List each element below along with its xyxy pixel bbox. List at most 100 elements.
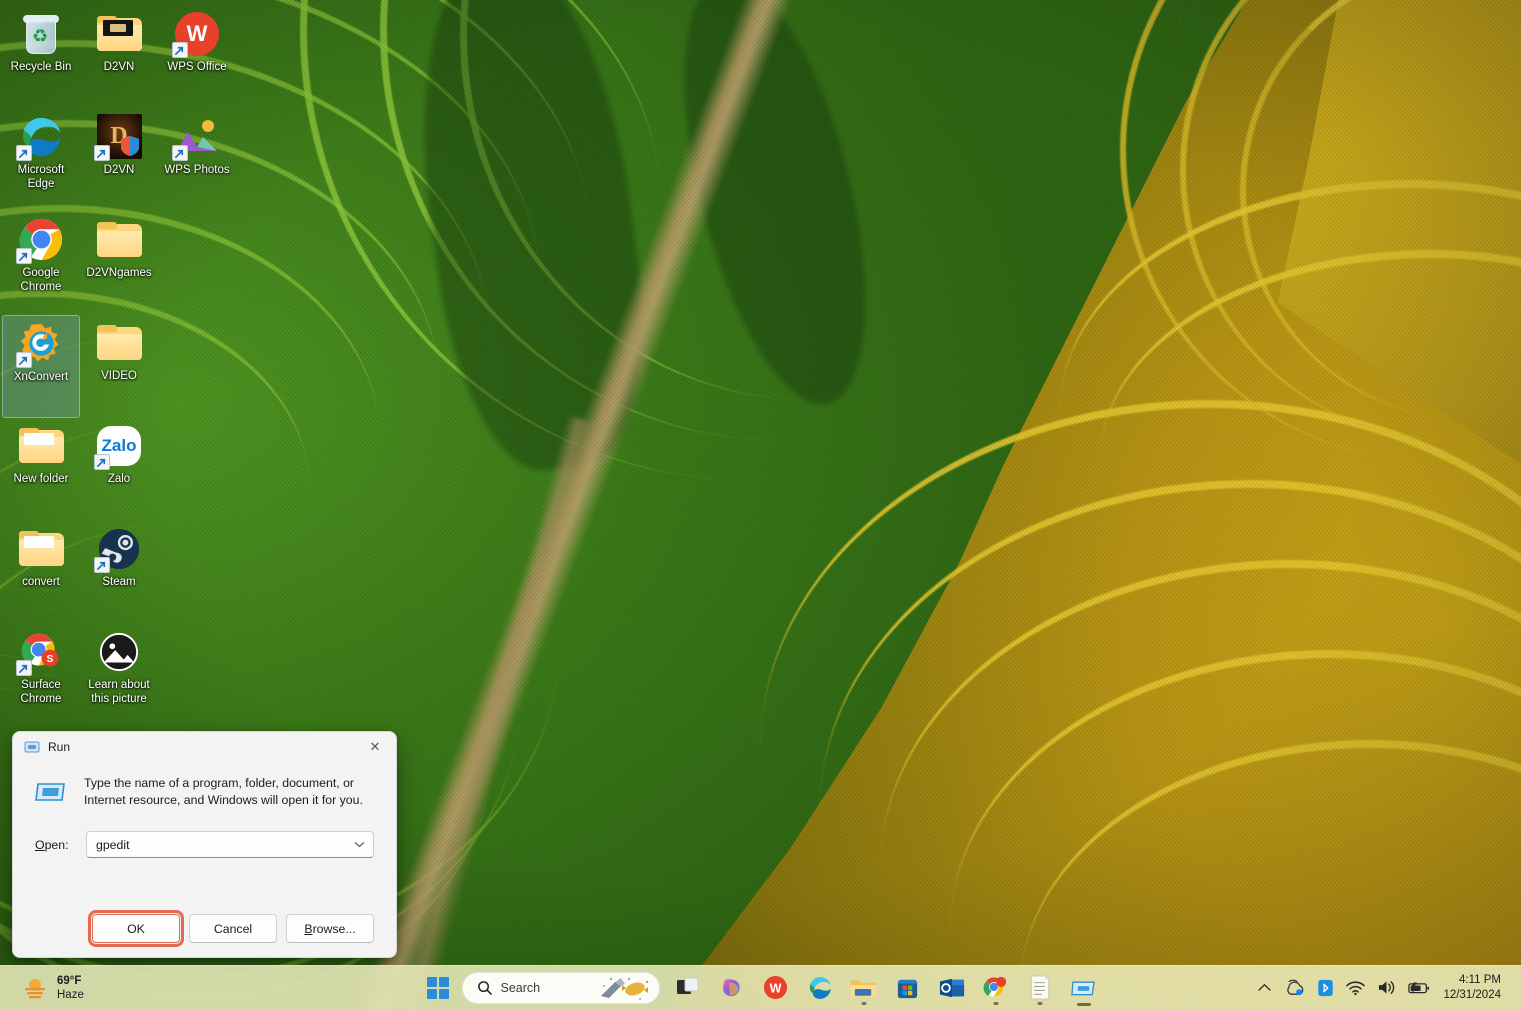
desktop-icon-label: D2VN <box>104 60 135 74</box>
empty-icon <box>174 525 221 572</box>
open-combobox[interactable]: gpedit <box>86 831 374 858</box>
desktop-icon-learn-about-this-picture[interactable]: Learn about this picture <box>80 624 158 727</box>
desktop-icon-d2vngames[interactable]: D2VNgames <box>80 212 158 315</box>
desktop-icon-convert-folder[interactable]: convert <box>2 521 80 624</box>
desktop-icon-label: New folder <box>14 472 69 486</box>
desktop-icon-d2vn-folder[interactable]: D2VN <box>80 6 158 109</box>
desktop-icon-google-chrome[interactable]: Google Chrome <box>2 212 80 315</box>
desktop-icon-surface-chrome[interactable]: S Surface Chrome <box>2 624 80 727</box>
folder-icon <box>18 525 65 572</box>
desktop-icon-label: Recycle Bin <box>11 60 72 74</box>
browse-button[interactable]: Browse... <box>286 914 374 943</box>
surface-chrome-icon: S <box>18 628 65 675</box>
clock-date: 12/31/2024 <box>1443 988 1501 1003</box>
volume-icon[interactable] <box>1372 971 1401 1005</box>
desktop-icon-microsoft-edge[interactable]: Microsoft Edge <box>2 109 80 212</box>
haze-sun-icon <box>22 975 48 1001</box>
taskbar-item-task-view[interactable] <box>668 968 708 1008</box>
run-dialog-body: Type the name of a program, folder, docu… <box>13 761 396 858</box>
svg-text:W: W <box>770 981 782 995</box>
search-input[interactable]: Search <box>462 972 660 1004</box>
system-tray: 4:11 PM 12/31/2024 <box>1250 971 1521 1005</box>
taskbar-item-wps-office[interactable]: W <box>756 968 796 1008</box>
desktop-icon-label: convert <box>22 575 60 589</box>
google-chrome-icon <box>18 216 65 263</box>
battery-icon[interactable] <box>1403 971 1435 1005</box>
desktop-icon-recycle-bin[interactable]: ♻ Recycle Bin <box>2 6 80 109</box>
rocket-confetti-art <box>595 976 653 1002</box>
desktop-icon-empty-slot <box>158 624 236 727</box>
desktop-icon-label: D2VNgames <box>86 266 151 280</box>
xnconvert-icon <box>18 320 65 367</box>
empty-icon <box>174 628 221 675</box>
taskbar-item-google-chrome[interactable] <box>976 968 1016 1008</box>
shortcut-arrow-icon <box>16 352 32 368</box>
desktop-icon-label: XnConvert <box>14 370 68 384</box>
shortcut-arrow-icon <box>94 557 110 573</box>
empty-icon <box>174 422 221 469</box>
taskbar-item-copilot[interactable] <box>712 968 752 1008</box>
desktop[interactable]: ♻ Recycle Bin D2VN W <box>0 0 1521 1009</box>
shortcut-arrow-icon <box>172 145 188 161</box>
desktop-icon-d2vn-game[interactable]: D D2VN <box>80 109 158 212</box>
desktop-icon-label: Microsoft Edge <box>3 163 79 191</box>
empty-icon <box>174 216 221 263</box>
wps-photos-icon <box>174 113 221 160</box>
desktop-icon-label: D2VN <box>104 163 135 177</box>
ok-button[interactable]: OK <box>92 914 180 943</box>
recycle-bin-icon: ♻ <box>18 10 65 57</box>
wifi-icon[interactable] <box>1341 971 1370 1005</box>
desktop-icon-video-folder[interactable]: VIDEO <box>80 315 158 418</box>
bluetooth-icon[interactable] <box>1311 971 1339 1005</box>
shortcut-arrow-icon <box>16 660 32 676</box>
desktop-icon-steam[interactable]: Steam <box>80 521 158 624</box>
desktop-icon-empty-slot <box>158 212 236 315</box>
start-button[interactable] <box>418 968 458 1008</box>
taskbar-item-outlook[interactable] <box>932 968 972 1008</box>
taskbar[interactable]: 69°F Haze Searc <box>0 965 1521 1009</box>
onedrive-icon[interactable] <box>1280 971 1309 1005</box>
taskbar-item-microsoft-edge[interactable] <box>800 968 840 1008</box>
taskbar-item-file-explorer[interactable] <box>844 968 884 1008</box>
desktop-icon-zalo[interactable]: Zalo Zalo <box>80 418 158 521</box>
desktop-icon-wps-office[interactable]: W WPS Office <box>158 6 236 109</box>
run-app-icon <box>35 776 67 808</box>
folder-d2vn-icon <box>96 10 143 57</box>
clock-time: 4:11 PM <box>1443 973 1501 988</box>
desktop-icon-new-folder[interactable]: New folder <box>2 418 80 521</box>
show-hidden-icons-button[interactable] <box>1250 971 1278 1005</box>
wps-office-icon: W <box>174 10 221 57</box>
close-icon[interactable]: ✕ <box>354 732 396 761</box>
open-input-value[interactable]: gpedit <box>96 838 354 852</box>
taskbar-item-run[interactable] <box>1064 968 1104 1008</box>
run-dialog-buttons: OK Cancel Browse... <box>13 914 396 943</box>
taskbar-center: Search <box>418 968 1104 1008</box>
run-dialog[interactable]: Run ✕ Type the name of a program, folder… <box>12 731 397 958</box>
run-window-icon <box>24 740 40 754</box>
shortcut-arrow-icon <box>16 145 32 161</box>
desktop-icon-label: Surface Chrome <box>3 678 79 706</box>
search-icon <box>477 980 492 995</box>
desktop-icon-wps-photos[interactable]: WPS Photos <box>158 109 236 212</box>
chevron-down-icon[interactable] <box>354 841 365 848</box>
run-dialog-titlebar[interactable]: Run ✕ <box>13 732 396 761</box>
open-field-label: Open: <box>35 838 73 852</box>
folder-icon <box>96 319 143 366</box>
d2vn-game-icon: D <box>96 113 143 160</box>
desktop-icon-label: WPS Office <box>167 60 226 74</box>
cancel-button[interactable]: Cancel <box>189 914 277 943</box>
folder-icon <box>96 216 143 263</box>
shortcut-arrow-icon <box>94 145 110 161</box>
taskbar-item-notepad[interactable] <box>1020 968 1060 1008</box>
shortcut-arrow-icon <box>172 42 188 58</box>
svg-text:S: S <box>46 654 53 665</box>
desktop-icon-empty-slot <box>158 315 236 418</box>
desktop-icon-label: Learn about this picture <box>81 678 157 706</box>
desktop-icon-label: Steam <box>102 575 135 589</box>
shortcut-arrow-icon <box>94 454 110 470</box>
desktop-icon-empty-slot <box>158 418 236 521</box>
taskbar-item-microsoft-store[interactable] <box>888 968 928 1008</box>
clock[interactable]: 4:11 PM 12/31/2024 <box>1437 973 1511 1003</box>
desktop-icon-xnconvert[interactable]: XnConvert <box>2 315 80 418</box>
weather-widget[interactable]: 69°F Haze <box>22 974 172 1002</box>
